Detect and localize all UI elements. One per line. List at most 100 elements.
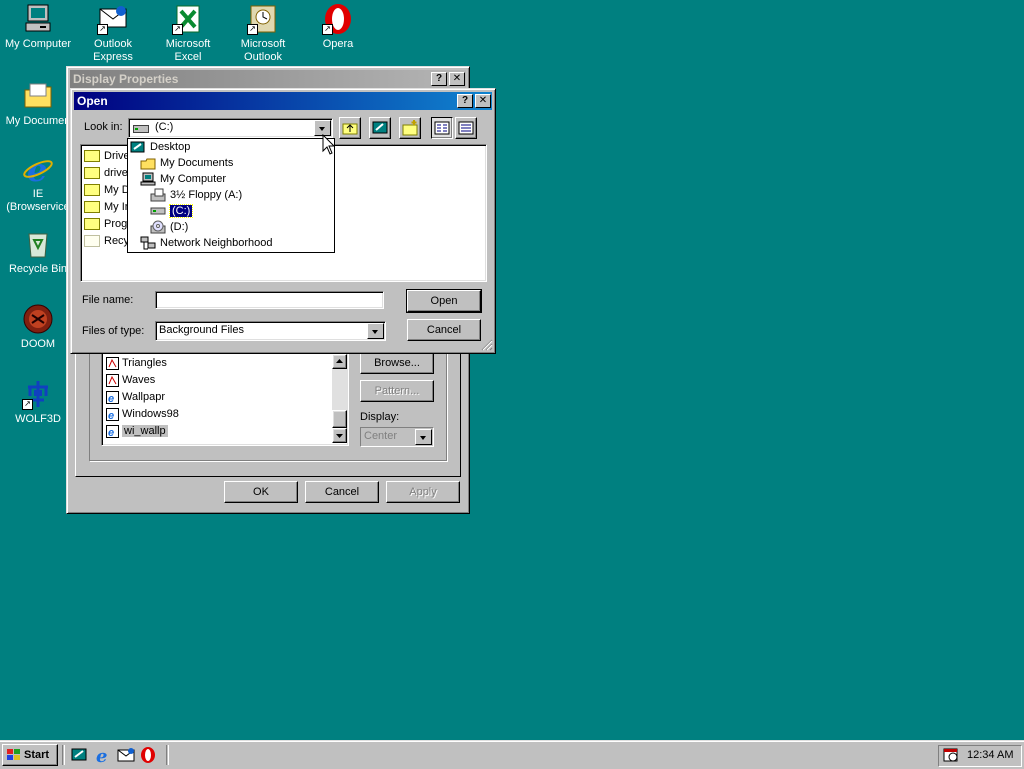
outlook-express-icon[interactable]: [117, 747, 135, 763]
list-item[interactable]: Driver: [84, 148, 133, 164]
svg-text:e: e: [108, 410, 114, 421]
desktop-icon-label: Recycle Bin: [8, 263, 68, 275]
list-item[interactable]: driver: [84, 165, 132, 181]
desktop-icon-recycle-bin[interactable]: Recycle Bin: [0, 228, 76, 276]
details-view-icon: [458, 121, 474, 135]
list-item[interactable]: e Wallpapr: [106, 389, 165, 405]
help-button[interactable]: ?: [457, 94, 473, 108]
ie-icon[interactable]: e: [94, 746, 112, 764]
file-name-input[interactable]: [155, 291, 384, 309]
help-button[interactable]: ?: [431, 72, 447, 86]
shortcut-arrow-icon: ↗: [97, 24, 108, 35]
svg-text:e: e: [108, 393, 114, 404]
look-in-dropdown-list[interactable]: Desktop My Documents My Computer 3½ Flop…: [127, 138, 335, 253]
folder-icon: [84, 150, 100, 163]
excel-icon: ↗: [172, 3, 204, 35]
desktop-icon-label: Outlook Express: [93, 38, 133, 63]
folder-icon: [84, 201, 100, 214]
dropdown-item-floppy[interactable]: 3½ Floppy (A:): [150, 187, 242, 203]
svg-text:e: e: [108, 427, 114, 438]
outlook-icon: ↗: [247, 3, 279, 35]
look-in-label: Look in:: [84, 121, 123, 133]
files-of-type-label: Files of type:: [82, 325, 145, 337]
hard-drive-icon: [150, 207, 166, 215]
up-folder-icon: [342, 123, 358, 135]
file-name-label: File name:: [82, 294, 134, 306]
close-button[interactable]: ✕: [475, 94, 491, 108]
open-dialog-titlebar[interactable]: Open: [74, 92, 492, 110]
pattern-button[interactable]: Pattern...: [360, 380, 434, 402]
desktop-icon-opera[interactable]: ↗ Opera: [300, 3, 376, 51]
desktop-icon-wolf3d[interactable]: ↗ WOLF3D: [0, 378, 76, 426]
up-one-level-button[interactable]: [339, 117, 361, 139]
display-label: Display:: [360, 411, 400, 423]
dropdown-item-my-documents[interactable]: My Documents: [140, 155, 233, 171]
files-of-type-select[interactable]: Background Files: [155, 321, 386, 341]
list-view-button[interactable]: [431, 117, 453, 139]
desktop-icon-my-documents[interactable]: My Documen: [0, 80, 76, 128]
folder-icon: [84, 167, 100, 180]
dropdown-item-c-drive[interactable]: (C:): [150, 203, 194, 219]
mouse-cursor-icon: [322, 134, 336, 155]
details-view-button[interactable]: [455, 117, 477, 139]
list-item[interactable]: e Windows98: [106, 406, 179, 422]
desktop-icon-doom[interactable]: DOOM: [0, 303, 76, 351]
list-item-selected[interactable]: e wi_wallp: [106, 423, 168, 439]
desktop-icon-label: My Documen: [5, 115, 71, 127]
scroll-up-button[interactable]: [332, 354, 347, 369]
wallpaper-list[interactable]: Triangles Waves e Wallpapr e Windows98 e wi…: [101, 352, 349, 446]
cd-drive-icon: [150, 220, 166, 234]
my-documents-icon: [140, 158, 156, 170]
dropdown-item-network-neighborhood[interactable]: Network Neighborhood: [140, 235, 273, 251]
desktop-icon-label: WOLF3D: [15, 413, 61, 425]
folder-icon: [84, 235, 100, 248]
scroll-thumb[interactable]: [332, 410, 347, 428]
svg-text:e: e: [96, 746, 107, 764]
dropdown-item-my-computer[interactable]: My Computer: [140, 171, 226, 187]
new-folder-button[interactable]: [399, 117, 421, 139]
open-button[interactable]: Open: [406, 289, 482, 313]
list-item[interactable]: Waves: [106, 372, 155, 388]
list-item[interactable]: Triangles: [106, 355, 167, 371]
shortcut-arrow-icon: ↗: [22, 399, 33, 410]
chevron-down-icon[interactable]: [415, 429, 432, 445]
close-button[interactable]: ✕: [449, 72, 465, 86]
start-button[interactable]: Start: [2, 744, 58, 766]
cancel-button[interactable]: Cancel: [305, 481, 379, 503]
opera-icon: ↗: [322, 3, 354, 35]
shortcut-arrow-icon: ↗: [247, 24, 258, 35]
desktop-icon-label: Microsoft Outlook: [240, 38, 286, 63]
svg-text:e: e: [27, 153, 47, 185]
desktop-icon-excel[interactable]: ↗ Microsoft Excel: [150, 3, 226, 64]
scheduler-icon[interactable]: [943, 747, 959, 763]
taskbar-divider: [166, 745, 169, 765]
html-file-icon: e: [106, 424, 119, 439]
cancel-button[interactable]: Cancel: [407, 319, 481, 341]
display-properties-titlebar[interactable]: Display Properties: [70, 70, 466, 88]
opera-icon[interactable]: [140, 746, 156, 764]
dropdown-item-desktop[interactable]: Desktop: [130, 139, 190, 155]
ok-button[interactable]: OK: [224, 481, 298, 503]
shortcut-arrow-icon: ↗: [322, 24, 333, 35]
browse-button[interactable]: Browse...: [360, 352, 434, 374]
display-mode-select[interactable]: Center: [360, 427, 434, 447]
apply-button[interactable]: Apply: [386, 481, 460, 503]
desktop-icon-ie[interactable]: e IE (Browservice: [0, 151, 76, 214]
my-computer-icon: [140, 172, 156, 186]
wallpaper-list-scrollbar[interactable]: [332, 354, 347, 443]
desktop-icon-outlook-express[interactable]: ↗ Outlook Express: [75, 3, 151, 64]
desktop-icon-label: IE (Browservice: [6, 188, 70, 213]
chevron-down-icon[interactable]: [367, 323, 384, 339]
desktop-icon-outlook[interactable]: ↗ Microsoft Outlook: [225, 3, 301, 64]
desktop-button[interactable]: [369, 117, 391, 139]
scroll-down-button[interactable]: [332, 428, 347, 443]
dropdown-item-d-drive[interactable]: (D:): [150, 219, 188, 235]
desktop-icon-my-computer[interactable]: My Computer: [0, 3, 76, 51]
resize-grip-icon[interactable]: [481, 339, 493, 351]
clock[interactable]: 12:34 AM: [967, 749, 1013, 761]
bitmap-file-icon: [106, 356, 119, 370]
show-desktop-icon[interactable]: [71, 747, 87, 763]
desktop-icon-label: DOOM: [20, 338, 56, 350]
look-in-combobox[interactable]: (C:): [128, 118, 333, 138]
ie-icon: e: [22, 151, 54, 189]
